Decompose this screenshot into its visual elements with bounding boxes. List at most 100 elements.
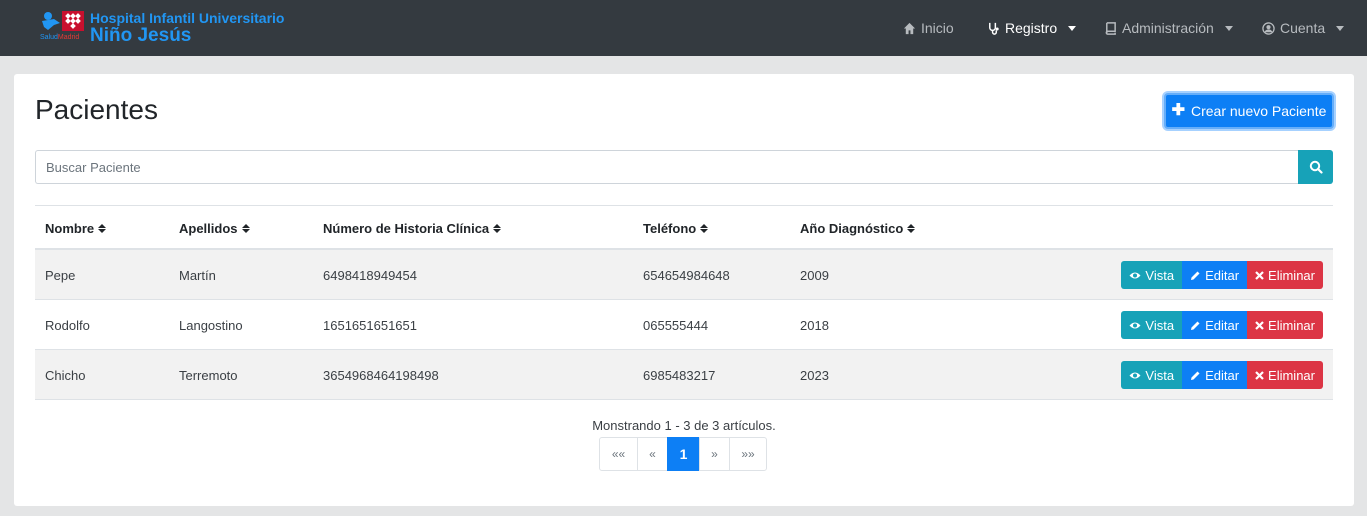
row-actions: Vista Editar Eliminar: [1121, 261, 1323, 289]
edit-label: Editar: [1205, 317, 1240, 333]
delete-button[interactable]: Eliminar: [1247, 311, 1323, 339]
edit-button[interactable]: Editar: [1182, 261, 1248, 289]
column-header-telefono[interactable]: Teléfono: [643, 206, 709, 250]
edit-label: Editar: [1205, 267, 1240, 283]
search-input[interactable]: [35, 150, 1298, 184]
sort-icon: [907, 223, 916, 233]
cell-historia: 1651651651651: [323, 317, 417, 333]
view-label: Vista: [1145, 267, 1175, 283]
cell-nombre: Chicho: [45, 367, 86, 383]
book-icon: [1105, 21, 1116, 35]
plus-icon: ✚: [1171, 102, 1185, 119]
nav-administracion[interactable]: Administración: [1104, 0, 1233, 56]
chevron-down-icon: [1336, 25, 1345, 31]
view-button[interactable]: Vista: [1121, 261, 1183, 289]
edit-button[interactable]: Editar: [1182, 361, 1248, 389]
cell-apellidos: Langostino: [179, 317, 243, 333]
row-actions: Vista Editar Eliminar: [1121, 311, 1323, 339]
brand-name-line2: Niño Jesús: [90, 25, 192, 46]
cell-telefono: 065555444: [643, 317, 709, 333]
search-bar: [35, 150, 1333, 184]
search-button[interactable]: [1298, 150, 1333, 184]
delete-button[interactable]: Eliminar: [1247, 261, 1323, 289]
column-header-nombre[interactable]: Nombre: [45, 206, 107, 250]
view-button[interactable]: Vista: [1121, 361, 1183, 389]
child-figure-icon: [42, 12, 60, 30]
brand-name-line1: Hospital Infantil Universitario: [90, 10, 285, 26]
pencil-icon: [1191, 271, 1200, 280]
cell-apellidos: Terremoto: [179, 367, 238, 383]
delete-label: Eliminar: [1268, 317, 1315, 333]
column-header-historia[interactable]: Número de Historia Clínica: [323, 206, 502, 250]
chevron-down-icon: [1224, 25, 1233, 31]
sort-icon: [98, 223, 107, 233]
view-label: Vista: [1145, 367, 1175, 383]
page-last-button[interactable]: »»: [729, 437, 767, 471]
close-icon: [1255, 270, 1264, 280]
nav-registro[interactable]: Registro: [987, 0, 1077, 56]
results-info: Monstrando 1 - 3 de 3 artículos.: [592, 418, 776, 433]
edit-button[interactable]: Editar: [1182, 311, 1248, 339]
table-row: Pepe Martín 6498418949454 654654984648 2…: [35, 250, 1333, 300]
delete-button[interactable]: Eliminar: [1247, 361, 1323, 389]
page-prev-button[interactable]: «: [637, 437, 668, 471]
home-icon: [903, 22, 916, 34]
create-patient-label: Crear nuevo Paciente: [1190, 103, 1327, 119]
table-header: Nombre Apellidos Número de Historia Clín…: [35, 206, 1333, 250]
column-header-label: Teléfono: [643, 220, 697, 236]
view-button[interactable]: Vista: [1121, 311, 1183, 339]
pencil-icon: [1191, 371, 1200, 380]
eye-icon: [1129, 372, 1141, 378]
table-row: Rodolfo Langostino 1651651651651 0655554…: [35, 300, 1333, 350]
search-icon: [1309, 160, 1323, 174]
column-header-apellidos[interactable]: Apellidos: [179, 206, 250, 250]
page-title: Pacientes: [35, 94, 158, 125]
sort-icon: [493, 223, 502, 233]
column-header-label: Número de Historia Clínica: [323, 220, 490, 236]
delete-label: Eliminar: [1268, 267, 1315, 283]
eye-icon: [1129, 322, 1141, 328]
nav-cuenta[interactable]: Cuenta: [1262, 0, 1345, 56]
cell-ano-diagnostico: 2018: [800, 317, 829, 333]
patients-table: Nombre Apellidos Número de Historia Clín…: [35, 205, 1333, 400]
close-icon: [1255, 370, 1264, 380]
column-header-label: Año Diagnóstico: [800, 220, 904, 236]
nav-inicio-label: Inicio: [921, 20, 954, 36]
cell-historia: 3654968464198498: [323, 367, 439, 383]
view-label: Vista: [1145, 317, 1175, 333]
page-first-button[interactable]: ««: [599, 437, 638, 471]
page-next-button[interactable]: »: [699, 437, 730, 471]
page-1-button[interactable]: 1: [667, 437, 700, 471]
logo-caption: SaludMadrid: [40, 34, 80, 41]
madrid-flag-icon: [62, 11, 84, 31]
cell-ano-diagnostico: 2023: [800, 367, 829, 383]
close-icon: [1255, 320, 1264, 330]
cell-telefono: 6985483217: [643, 367, 716, 383]
column-header-ano-diagnostico[interactable]: Año Diagnóstico: [800, 206, 916, 250]
pagination: «« « 1 » »»: [599, 437, 767, 471]
brand-logo[interactable]: SaludMadrid Hospital Infantil Universita…: [40, 9, 284, 47]
eye-icon: [1129, 272, 1141, 278]
cell-ano-diagnostico: 2009: [800, 267, 829, 283]
nav-cuenta-label: Cuenta: [1280, 20, 1326, 36]
nav-registro-label: Registro: [1005, 20, 1058, 36]
cell-nombre: Rodolfo: [45, 317, 90, 333]
column-header-label: Nombre: [45, 220, 95, 236]
edit-label: Editar: [1205, 367, 1240, 383]
user-circle-icon: [1262, 21, 1275, 35]
cell-apellidos: Martín: [179, 267, 216, 283]
create-patient-button[interactable]: ✚ Crear nuevo Paciente: [1164, 93, 1334, 129]
patients-card: Pacientes ✚ Crear nuevo Paciente Nombre …: [14, 74, 1354, 506]
cell-nombre: Pepe: [45, 267, 76, 283]
delete-label: Eliminar: [1268, 367, 1315, 383]
row-actions: Vista Editar Eliminar: [1121, 361, 1323, 389]
navbar: SaludMadrid Hospital Infantil Universita…: [0, 0, 1367, 56]
table-row: Chicho Terremoto 3654968464198498 698548…: [35, 350, 1333, 400]
sort-icon: [700, 223, 709, 233]
cell-historia: 6498418949454: [323, 267, 417, 283]
stethoscope-icon: [989, 22, 999, 35]
nav-inicio[interactable]: Inicio: [903, 0, 954, 56]
column-header-label: Apellidos: [179, 220, 238, 236]
sort-icon: [241, 223, 250, 233]
hospital-logo-icon: SaludMadrid: [40, 9, 86, 43]
